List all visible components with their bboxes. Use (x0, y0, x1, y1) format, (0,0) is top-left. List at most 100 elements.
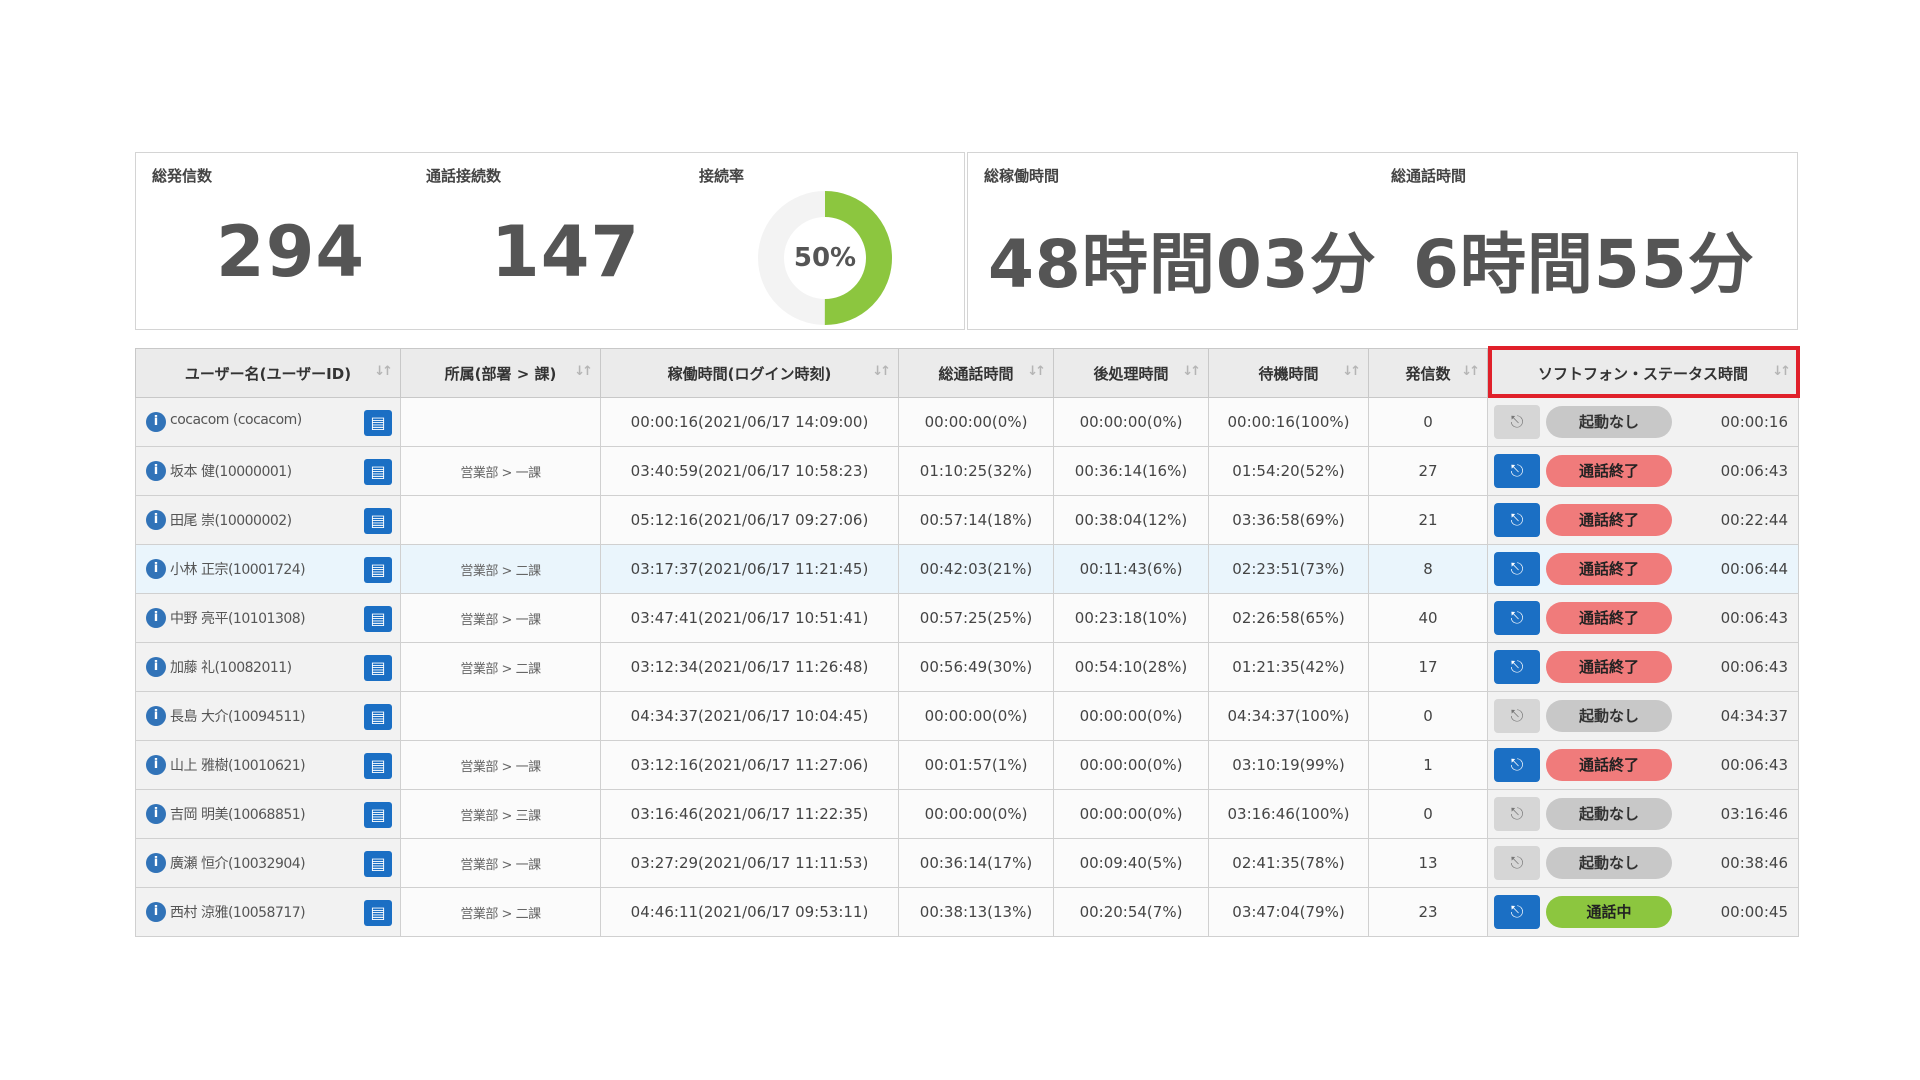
table-row[interactable]: i cocacom (cocacom) ▤ 00:00:16(2021/06/17 1… (135, 397, 1799, 447)
document-icon[interactable]: ▤ (364, 802, 392, 828)
user-info-icon[interactable]: i (146, 608, 166, 628)
softphone-status-cell: ⎋ 通話終了 00:06:43 (1487, 446, 1799, 496)
status-badge: 通話終了 (1546, 553, 1672, 585)
talk-time-cell: 00:00:00(0%) (898, 789, 1054, 839)
document-icon[interactable]: ▤ (364, 753, 392, 779)
document-icon[interactable]: ▤ (364, 704, 392, 730)
dept-name: 営業部 > 一課 (460, 857, 541, 873)
sort-arrows-icon[interactable]: ↓↑ (1342, 364, 1361, 379)
headset-icon[interactable]: ⎋ (1494, 552, 1540, 586)
table-row[interactable]: i 長島 大介(10094511) ▤ 04:34:37(2021/06/17 10:… (135, 691, 1799, 741)
user-name: 田尾 崇(10000002) (170, 513, 292, 529)
document-icon[interactable]: ▤ (364, 410, 392, 436)
user-cell: i 加藤 礼(10082011) ▤ (135, 642, 401, 692)
sort-arrows-icon[interactable]: ↓↑ (574, 364, 593, 379)
user-cell: i 坂本 健(10000001) ▤ (135, 446, 401, 496)
user-cell: i cocacom (cocacom) ▤ (135, 397, 401, 447)
status-badge: 起動なし (1546, 798, 1672, 830)
headset-icon[interactable]: ⎋ (1494, 503, 1540, 537)
headset-icon[interactable]: ⎋ (1494, 748, 1540, 782)
header-talk-time[interactable]: 総通話時間 ↓↑ (898, 348, 1054, 398)
wait-time-cell: 03:10:19(99%) (1208, 740, 1369, 790)
user-info-icon[interactable]: i (146, 804, 166, 824)
user-cell: i 西村 涼雅(10058717) ▤ (135, 887, 401, 937)
user-cell: i 山上 雅樹(10010621) ▤ (135, 740, 401, 790)
headset-icon[interactable]: ⎋ (1494, 454, 1540, 488)
agent-status-table: ユーザー名(ユーザーID) ↓↑ 所属(部署 > 課) ↓↑ 稼働時間(ログイン時刻… (135, 348, 1799, 937)
dept-cell (400, 691, 601, 741)
calls-cell: 23 (1368, 887, 1488, 937)
document-icon[interactable]: ▤ (364, 606, 392, 632)
header-calls[interactable]: 発信数 ↓↑ (1368, 348, 1488, 398)
sort-arrows-icon[interactable]: ↓↑ (1182, 364, 1201, 379)
sort-arrows-icon[interactable]: ↓↑ (374, 364, 393, 379)
header-wait-time[interactable]: 待機時間 ↓↑ (1208, 348, 1369, 398)
dept-cell: 営業部 > 一課 (400, 838, 601, 888)
user-info-icon[interactable]: i (146, 657, 166, 677)
table-row[interactable]: i 山上 雅樹(10010621) ▤ 営業部 > 一課 03:12:16(2021/0… (135, 740, 1799, 790)
user-info-icon[interactable]: i (146, 755, 166, 775)
post-time-cell: 00:23:18(10%) (1053, 593, 1209, 643)
softphone-status-cell: ⎋ 起動なし 04:34:37 (1487, 691, 1799, 741)
sort-arrows-icon[interactable]: ↓↑ (872, 364, 891, 379)
user-cell: i 小林 正宗(10001724) ▤ (135, 544, 401, 594)
user-name: 坂本 健(10000001) (170, 464, 292, 480)
work-time-cell: 03:27:29(2021/06/17 11:11:53) (600, 838, 899, 888)
softphone-status-cell: ⎋ 通話終了 00:06:44 (1487, 544, 1799, 594)
table-row[interactable]: i 坂本 健(10000001) ▤ 営業部 > 一課 03:40:59(2021/06… (135, 446, 1799, 496)
wait-time-cell: 02:41:35(78%) (1208, 838, 1369, 888)
table-row[interactable]: i 小林 正宗(10001724) ▤ 営業部 > 二課 03:17:37(2021/0… (135, 544, 1799, 594)
document-icon[interactable]: ▤ (364, 459, 392, 485)
status-time: 04:34:37 (1720, 707, 1788, 725)
headset-icon[interactable]: ⎋ (1494, 601, 1540, 635)
status-badge: 通話終了 (1546, 504, 1672, 536)
status-badge: 通話中 (1546, 896, 1672, 928)
softphone-status-cell: ⎋ 通話終了 00:06:43 (1487, 740, 1799, 790)
calls-cell: 40 (1368, 593, 1488, 643)
calls-cell: 17 (1368, 642, 1488, 692)
document-icon[interactable]: ▤ (364, 851, 392, 877)
user-info-icon[interactable]: i (146, 412, 166, 432)
summary-panel-calls: 総発信数 294 通話接続数 147 接続率 50% (135, 152, 965, 330)
document-icon[interactable]: ▤ (364, 900, 392, 926)
status-badge: 通話終了 (1546, 651, 1672, 683)
sort-arrows-icon[interactable]: ↓↑ (1461, 364, 1480, 379)
header-work-time[interactable]: 稼働時間(ログイン時刻) ↓↑ (600, 348, 899, 398)
document-icon[interactable]: ▤ (364, 557, 392, 583)
table-row[interactable]: i 加藤 礼(10082011) ▤ 営業部 > 二課 03:12:34(2021/06… (135, 642, 1799, 692)
user-name: 加藤 礼(10082011) (170, 660, 292, 676)
user-info-icon[interactable]: i (146, 853, 166, 873)
headset-icon[interactable]: ⎋ (1494, 650, 1540, 684)
sort-arrows-icon[interactable]: ↓↑ (1027, 364, 1046, 379)
table-row[interactable]: i 廣瀬 恒介(10032904) ▤ 営業部 > 一課 03:27:29(2021/0… (135, 838, 1799, 888)
wait-time-cell: 01:54:20(52%) (1208, 446, 1369, 496)
header-user[interactable]: ユーザー名(ユーザーID) ↓↑ (135, 348, 401, 398)
headset-icon[interactable]: ⎋ (1494, 895, 1540, 929)
status-time: 00:22:44 (1720, 511, 1788, 529)
user-name: 西村 涼雅(10058717) (170, 905, 306, 921)
status-time: 00:06:43 (1720, 756, 1788, 774)
table-row[interactable]: i 中野 亮平(10101308) ▤ 営業部 > 一課 03:47:41(2021/0… (135, 593, 1799, 643)
calls-cell: 8 (1368, 544, 1488, 594)
headset-icon[interactable]: ⎋ (1494, 797, 1540, 831)
table-row[interactable]: i 田尾 崇(10000002) ▤ 05:12:16(2021/06/17 09:2… (135, 495, 1799, 545)
headset-icon[interactable]: ⎋ (1494, 699, 1540, 733)
document-icon[interactable]: ▤ (364, 508, 392, 534)
user-info-icon[interactable]: i (146, 902, 166, 922)
headset-icon[interactable]: ⎋ (1494, 405, 1540, 439)
post-time-cell: 00:00:00(0%) (1053, 397, 1209, 447)
work-time-cell: 00:00:16(2021/06/17 14:09:00) (600, 397, 899, 447)
document-icon[interactable]: ▤ (364, 655, 392, 681)
user-info-icon[interactable]: i (146, 559, 166, 579)
header-dept[interactable]: 所属(部署 > 課) ↓↑ (400, 348, 601, 398)
table-row[interactable]: i 吉岡 明美(10068851) ▤ 営業部 > 三課 03:16:46(2021/0… (135, 789, 1799, 839)
dept-name: 営業部 > 二課 (460, 563, 541, 579)
user-info-icon[interactable]: i (146, 510, 166, 530)
user-info-icon[interactable]: i (146, 461, 166, 481)
header-post-time[interactable]: 後処理時間 ↓↑ (1053, 348, 1209, 398)
table-row[interactable]: i 西村 涼雅(10058717) ▤ 営業部 > 二課 04:46:11(2021/0… (135, 887, 1799, 937)
headset-icon[interactable]: ⎋ (1494, 846, 1540, 880)
status-time: 00:06:44 (1720, 560, 1788, 578)
softphone-status-cell: ⎋ 起動なし 00:00:16 (1487, 397, 1799, 447)
user-info-icon[interactable]: i (146, 706, 166, 726)
